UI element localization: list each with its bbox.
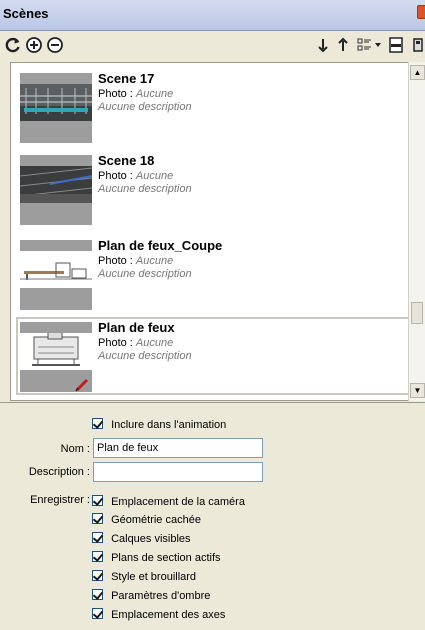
scene-photo: Photo : Aucune: [98, 88, 174, 100]
save-style-fog-label: Style et brouillard: [111, 571, 197, 583]
scene-thumbnail: [20, 240, 92, 310]
save-visible-layers-label: Calques visibles: [111, 533, 191, 545]
scene-description: Aucune description: [98, 268, 192, 280]
name-label: Nom :: [60, 443, 90, 455]
save-camera-checkbox[interactable]: [92, 495, 103, 506]
scene-item[interactable]: Plan de feux_Coupe Photo : Aucune Aucune…: [16, 235, 412, 313]
save-section-planes-checkbox[interactable]: [92, 551, 103, 562]
save-hidden-geometry-checkbox[interactable]: [92, 513, 103, 524]
scene-description: Aucune description: [98, 350, 192, 362]
detach-icon[interactable]: [408, 35, 425, 55]
scene-photo: Photo : Aucune: [98, 170, 174, 182]
save-option-section-planes[interactable]: Plans de section actifs: [92, 551, 221, 564]
include-animation-label: Inclure dans l'animation: [111, 419, 227, 431]
scene-item-selected[interactable]: Plan de feux Photo : Aucune Aucune descr…: [16, 317, 412, 395]
scene-description: Aucune description: [98, 183, 192, 195]
include-animation-option[interactable]: Inclure dans l'animation: [92, 418, 226, 431]
add-scene-icon[interactable]: [24, 35, 44, 55]
scene-thumbnail: [20, 73, 92, 143]
refresh-icon[interactable]: [3, 35, 23, 55]
scene-thumbnail: [20, 322, 92, 392]
save-option-camera[interactable]: Emplacement de la caméra: [92, 495, 245, 508]
scenes-panel: Scènes Scene 17 Photo: Aucune Aucune de…: [0, 0, 425, 630]
move-down-icon[interactable]: [312, 35, 332, 55]
title-bar[interactable]: Scènes: [0, 0, 425, 31]
save-option-visible-layers[interactable]: Calques visibles: [92, 532, 191, 545]
save-style-fog-checkbox[interactable]: [92, 570, 103, 581]
scene-photo: Photo : Aucune: [98, 255, 174, 267]
edit-pencil-icon: [75, 378, 89, 392]
save-hidden-geometry-label: Géométrie cachée: [111, 514, 201, 526]
save-camera-label: Emplacement de la caméra: [111, 496, 245, 508]
scene-title: Scene 18: [98, 153, 155, 168]
save-option-style-fog[interactable]: Style et brouillard: [92, 570, 196, 583]
remove-scene-icon[interactable]: [45, 35, 65, 55]
save-axes-location-checkbox[interactable]: [92, 608, 103, 619]
save-option-shadow-settings[interactable]: Paramètres d'ombre: [92, 589, 210, 602]
toolbar: [0, 31, 425, 59]
scene-title: Plan de feux_Coupe: [98, 238, 223, 253]
scene-item[interactable]: Scene 17 Photo : Aucune Aucune descripti…: [16, 68, 412, 146]
scene-photo: Photo : Aucune: [98, 337, 174, 349]
list-scrollbar[interactable]: ▲ ▼: [408, 62, 425, 401]
save-visible-layers-checkbox[interactable]: [92, 532, 103, 543]
save-shadow-settings-checkbox[interactable]: [92, 589, 103, 600]
scene-title: Plan de feux: [98, 320, 175, 335]
description-field[interactable]: [93, 462, 263, 482]
save-label: Enregistrer :: [30, 494, 90, 506]
save-section-planes-label: Plans de section actifs: [111, 552, 221, 564]
save-option-hidden-geometry[interactable]: Géométrie cachée: [92, 513, 201, 526]
scene-list[interactable]: Scene 17 Photo : Aucune Aucune descripti…: [10, 62, 418, 401]
scroll-up-button[interactable]: ▲: [410, 65, 425, 80]
save-axes-location-label: Emplacement des axes: [111, 609, 226, 621]
move-up-icon[interactable]: [334, 35, 354, 55]
save-shadow-settings-label: Paramètres d'ombre: [111, 590, 211, 602]
scene-item[interactable]: Scene 18 Photo : Aucune Aucune descripti…: [16, 150, 412, 228]
scene-thumbnail: [20, 155, 92, 225]
save-option-axes-location[interactable]: Emplacement des axes: [92, 608, 225, 621]
include-animation-checkbox[interactable]: [92, 418, 103, 429]
panel-title: Scènes: [3, 6, 49, 21]
description-label: Description :: [28, 466, 90, 478]
view-options-icon[interactable]: [356, 35, 384, 55]
scene-title: Scene 17: [98, 71, 155, 86]
scroll-down-button[interactable]: ▼: [410, 383, 425, 398]
scroll-thumb[interactable]: [411, 302, 423, 324]
toggle-details-icon[interactable]: [386, 35, 406, 55]
scene-properties: Inclure dans l'animation Nom : Plan de f…: [0, 402, 425, 630]
name-field[interactable]: Plan de feux: [93, 438, 263, 458]
scene-description: Aucune description: [98, 101, 192, 113]
close-button[interactable]: [417, 5, 425, 19]
